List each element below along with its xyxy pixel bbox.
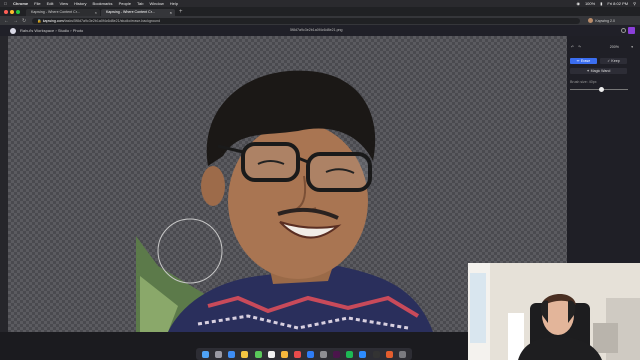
battery-label: 100% xyxy=(584,1,596,6)
new-tab-icon[interactable]: + xyxy=(179,8,183,16)
menu-help[interactable]: Help xyxy=(170,0,178,7)
keep-label: Keep xyxy=(611,59,620,63)
help-icon[interactable] xyxy=(621,28,626,33)
zoom-row: ↶ ↷ 200% ▾ xyxy=(571,44,637,50)
trash-icon[interactable] xyxy=(398,350,406,358)
breadcrumb[interactable]: Rahul's Workspace › Studio › Photo xyxy=(20,28,83,33)
eraser-icon: ✏ xyxy=(576,59,580,63)
apple-icon[interactable]:  xyxy=(4,0,7,7)
brush-size-label: Brush size: 40px xyxy=(570,80,597,84)
chrome-icon[interactable] xyxy=(241,350,249,358)
menu-app-name[interactable]: Chrome xyxy=(13,0,28,7)
menu-edit[interactable]: Edit xyxy=(47,0,54,7)
lock-icon: 🔒 xyxy=(37,18,42,23)
file-name: 5f8d7a9c3e2b1a0f4c6d8e21.png xyxy=(290,28,343,32)
browser-tab-bar: Kapwing - Where Content Cr... × Kapwing … xyxy=(0,7,640,16)
forward-icon[interactable]: → xyxy=(13,18,18,24)
close-tab-icon[interactable]: × xyxy=(95,9,97,16)
back-icon[interactable]: ← xyxy=(4,18,9,24)
browser-tab-active[interactable]: Kapwing - Where Content Cr... × xyxy=(101,9,175,16)
profile-avatar xyxy=(588,18,594,23)
zoom-level[interactable]: 200% xyxy=(610,45,619,49)
app-store-icon[interactable] xyxy=(306,350,314,358)
keep-button[interactable]: ✓ Keep xyxy=(600,58,627,64)
keep-icon: ✓ xyxy=(607,59,611,63)
maximize-window-icon[interactable] xyxy=(16,9,20,14)
app-header: Rahul's Workspace › Studio › Photo 5f8d7… xyxy=(0,25,640,36)
user-avatar[interactable] xyxy=(628,27,635,34)
chevron-down-icon[interactable]: ▾ xyxy=(631,45,633,49)
erase-label: Erase xyxy=(580,59,591,63)
tab-title: Kapwing - Where Content Cr... xyxy=(31,10,80,14)
notes-icon[interactable] xyxy=(280,350,288,358)
menu-window[interactable]: Window xyxy=(149,0,163,7)
magic-wand-label: Magic Wand xyxy=(590,69,611,73)
undo-icon[interactable]: ↶ xyxy=(571,45,574,49)
left-gutter xyxy=(0,36,8,332)
slack-icon[interactable] xyxy=(333,350,341,358)
redo-icon[interactable]: ↷ xyxy=(578,45,581,49)
battery-icon[interactable]: ▮ xyxy=(600,0,602,7)
settings-icon[interactable] xyxy=(320,350,328,358)
reload-icon[interactable]: ↻ xyxy=(22,18,26,24)
calendar-icon[interactable] xyxy=(267,350,275,358)
minimize-window-icon[interactable] xyxy=(10,9,14,14)
safari-icon[interactable] xyxy=(228,350,236,358)
magic-wand-icon: ✦ xyxy=(586,69,590,73)
profile-chip[interactable]: Kapwing 2.0 xyxy=(588,18,615,23)
url-path: /tasks/5f8d7a9c3e2b1a0f4c6d8e21/studio/e… xyxy=(63,18,161,23)
menu-history[interactable]: History xyxy=(74,0,86,7)
menu-file[interactable]: File xyxy=(34,0,40,7)
menu-tab[interactable]: Tab xyxy=(137,0,143,7)
menu-people[interactable]: People xyxy=(119,0,131,7)
clock[interactable]: Fri 8:02 PM xyxy=(607,0,628,7)
mac-dock xyxy=(196,348,412,360)
menu-bookmarks[interactable]: Bookmarks xyxy=(93,0,113,7)
search-icon[interactable]: ⚲ xyxy=(633,0,636,7)
webcam-overlay xyxy=(468,263,640,360)
close-tab-icon[interactable]: × xyxy=(170,9,172,16)
magic-wand-button[interactable]: ✦ Magic Wand xyxy=(570,68,627,74)
menu-view[interactable]: View xyxy=(59,0,68,7)
launchpad-icon[interactable] xyxy=(215,350,223,358)
brush-cursor xyxy=(157,218,223,284)
window-controls xyxy=(4,9,20,14)
url-domain: kapwing.com xyxy=(42,18,64,23)
profile-name: Kapwing 2.0 xyxy=(595,18,615,23)
tab-title: Kapwing - Where Content Cr... xyxy=(106,10,155,14)
spotify-icon[interactable] xyxy=(346,350,354,358)
address-bar-row: ← → ↻ 🔒 kapwing.com/tasks/5f8d7a9c3e2b1a… xyxy=(0,16,640,25)
finder-icon[interactable] xyxy=(202,350,210,358)
music-icon[interactable] xyxy=(293,350,301,358)
browser-tab[interactable]: Kapwing - Where Content Cr... × xyxy=(26,9,100,16)
brush-size-slider-handle[interactable] xyxy=(599,87,605,92)
url-field[interactable]: 🔒 kapwing.com/tasks/5f8d7a9c3e2b1a0f4c6d… xyxy=(32,17,581,24)
obs-icon[interactable] xyxy=(385,350,393,358)
terminal-icon[interactable] xyxy=(372,350,380,358)
mac-menu-bar:  Chrome File Edit View History Bookmark… xyxy=(0,0,640,7)
close-window-icon[interactable] xyxy=(4,9,8,14)
kapwing-logo-icon[interactable] xyxy=(10,27,16,34)
zoom-icon[interactable] xyxy=(359,350,367,358)
erase-button[interactable]: ✏ Erase xyxy=(570,58,597,64)
messages-icon[interactable] xyxy=(254,350,262,358)
wifi-icon[interactable]: ◉ xyxy=(576,0,580,7)
webcam-feed xyxy=(468,263,640,360)
